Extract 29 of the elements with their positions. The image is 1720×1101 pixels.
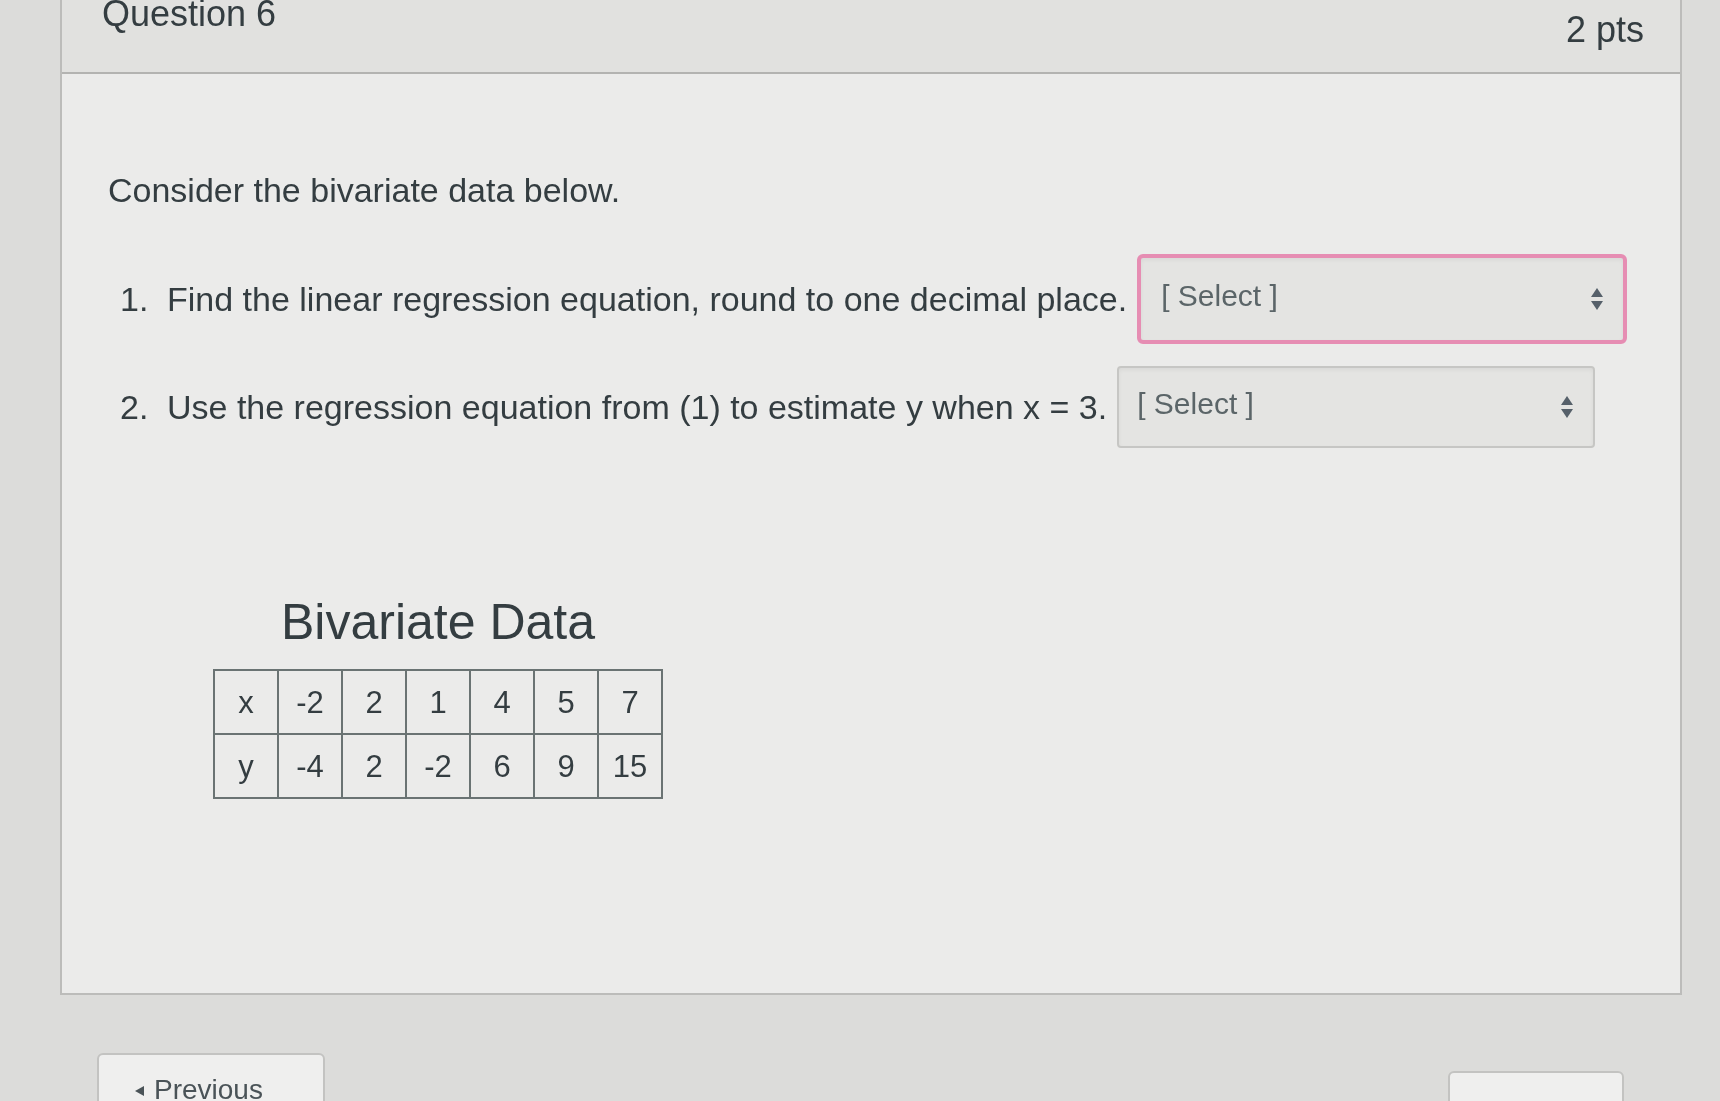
up-down-arrows-icon [1591, 288, 1604, 310]
table-title: Bivariate Data [280, 593, 595, 651]
table-cell: 9 [534, 734, 598, 798]
table-cell: -4 [278, 734, 342, 798]
list-number: 1. [120, 279, 150, 319]
table-cell: -2 [406, 734, 470, 798]
caret-icon [135, 1086, 144, 1096]
question-text: Use the regression equation from (1) to estimate y when x = 3. [167, 387, 1108, 427]
table-cell: 15 [598, 734, 662, 798]
previous-button[interactable]: Previous [97, 1053, 325, 1101]
row-header-cell: x [214, 670, 278, 734]
table-cell: 5 [534, 670, 598, 734]
answer-dropdown[interactable]: [ Select ] [1137, 254, 1628, 344]
table-cell: -2 [278, 670, 342, 734]
question-text: Find the linear regression equation, round to one decimal place. [167, 279, 1128, 319]
button[interactable] [1448, 1071, 1624, 1101]
question-title: Question 6 [102, 0, 277, 32]
table-cell: 2 [342, 734, 406, 798]
up-down-arrows-icon [1561, 396, 1574, 418]
question-text: Consider the bivariate data below. [108, 170, 621, 210]
list-number: 2. [120, 387, 150, 427]
answer-dropdown[interactable]: [ Select ] [1117, 366, 1596, 448]
table-cell: 1 [406, 670, 470, 734]
question-points: 2 pts [1565, 10, 1644, 50]
table-cell: 4 [470, 670, 534, 734]
table-cell: 7 [598, 670, 662, 734]
table-cell: 2 [342, 670, 406, 734]
row-header-cell: y [214, 734, 278, 798]
table-cell: 6 [470, 734, 534, 798]
